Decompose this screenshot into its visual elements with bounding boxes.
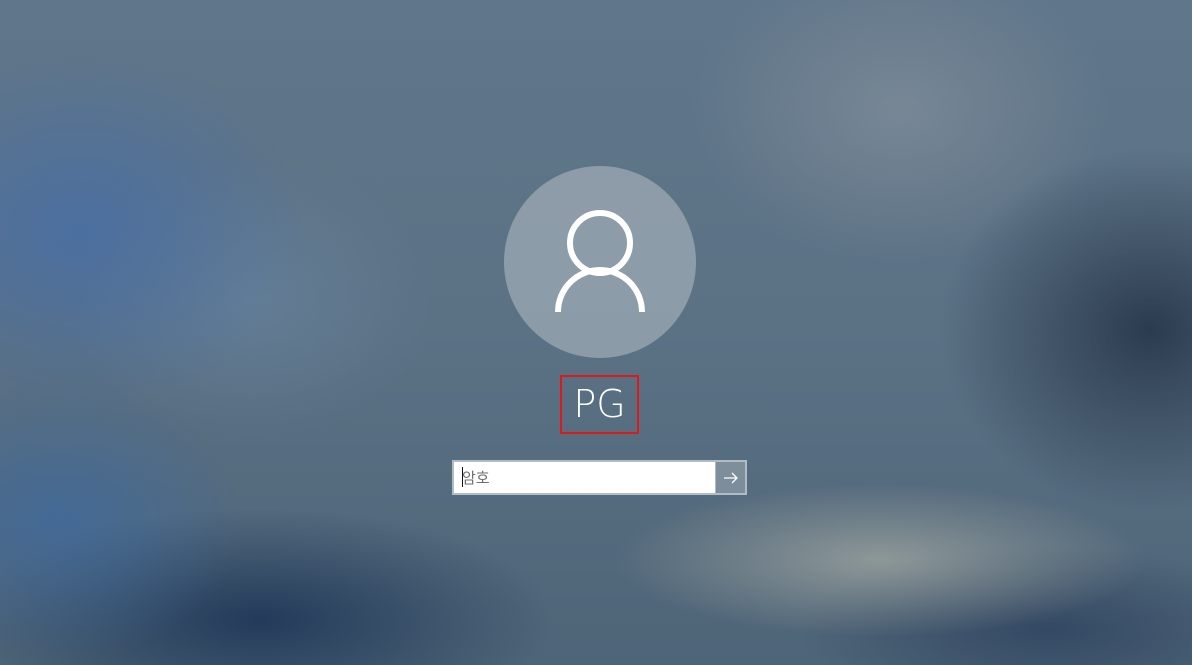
text-cursor (462, 467, 463, 487)
submit-button[interactable] (715, 462, 745, 493)
user-name-label: PG (560, 375, 639, 434)
arrow-right-icon (723, 472, 738, 483)
user-silhouette-icon (555, 210, 645, 313)
password-box (452, 460, 747, 495)
password-input[interactable] (454, 462, 716, 493)
user-avatar (504, 166, 696, 358)
